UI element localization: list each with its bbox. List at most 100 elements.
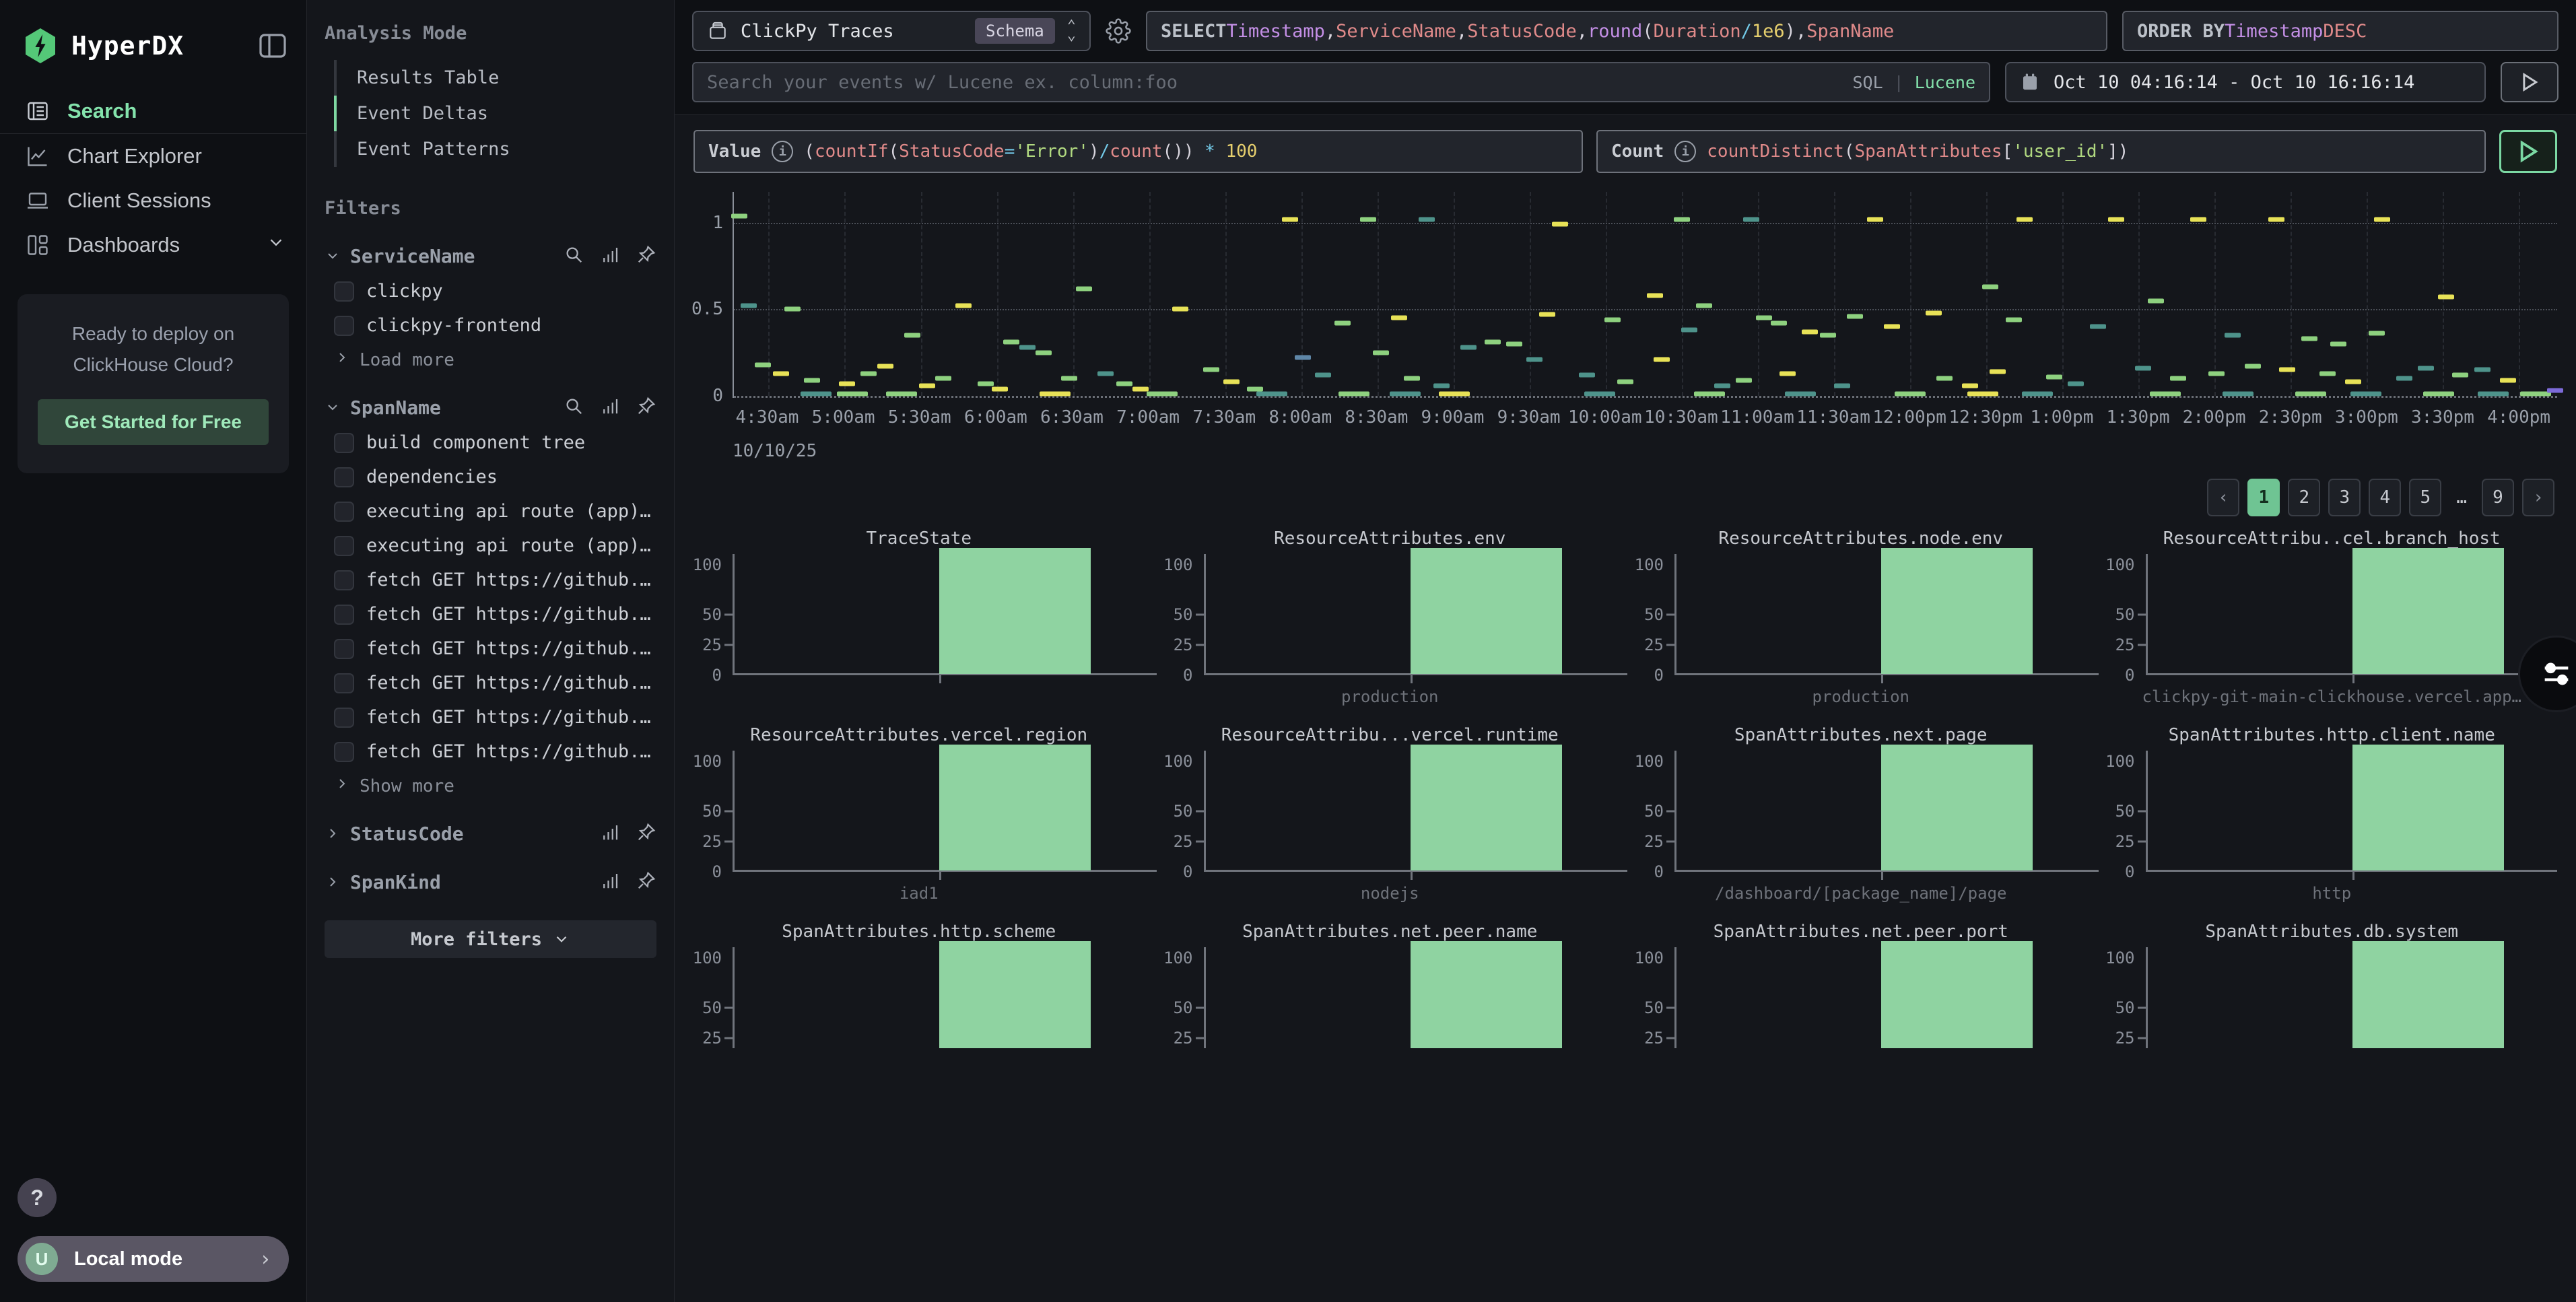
page-button-4[interactable]: 4 bbox=[2369, 479, 2401, 516]
sidebar-item-search[interactable]: Search bbox=[0, 89, 306, 133]
gear-icon[interactable] bbox=[1106, 18, 1131, 44]
checkbox[interactable] bbox=[334, 673, 354, 693]
get-started-button[interactable]: Get Started for Free bbox=[38, 399, 269, 445]
plot-area[interactable] bbox=[2146, 751, 2558, 872]
help-button[interactable]: ? bbox=[18, 1178, 57, 1217]
laptop-icon bbox=[26, 189, 50, 213]
checkbox[interactable] bbox=[334, 281, 354, 302]
local-mode-button[interactable]: U Local mode › bbox=[18, 1236, 289, 1282]
sidebar-item-dashboards[interactable]: Dashboards bbox=[0, 223, 306, 267]
order-by-input[interactable]: ORDER BY Timestamp DESC bbox=[2122, 11, 2558, 51]
page-button-1[interactable]: 1 bbox=[2247, 479, 2280, 516]
analysis-mode-event-patterns[interactable]: Event Patterns bbox=[334, 131, 656, 167]
run-search-button[interactable] bbox=[2501, 62, 2558, 102]
plot-area[interactable] bbox=[1674, 751, 2087, 872]
filter-option[interactable]: fetch GET https://github.… bbox=[334, 707, 656, 728]
search-input[interactable]: Search your events w/ Lucene ex. column:… bbox=[692, 62, 1990, 102]
value-expression-input[interactable]: Value i (countIf(StatusCode='Error')/cou… bbox=[693, 130, 1583, 173]
plot-area[interactable] bbox=[2146, 947, 2558, 1048]
analysis-mode-results-table[interactable]: Results Table bbox=[334, 60, 656, 96]
checkbox[interactable] bbox=[334, 639, 354, 659]
checkbox[interactable] bbox=[334, 570, 354, 590]
filter-option[interactable]: executing api route (app)… bbox=[334, 501, 656, 522]
filter-show-more-link[interactable]: Show more bbox=[334, 776, 656, 796]
source-selector[interactable]: ClickPy Traces Schema ⌃⌄ bbox=[692, 11, 1091, 51]
filter-option[interactable]: fetch GET https://github.… bbox=[334, 604, 656, 625]
page-button-3[interactable]: 3 bbox=[2328, 479, 2361, 516]
bar[interactable] bbox=[939, 548, 1091, 674]
checkbox[interactable] bbox=[334, 433, 354, 453]
filter-option[interactable]: clickpy bbox=[334, 281, 656, 302]
plot-area[interactable] bbox=[2146, 554, 2558, 675]
filter-option[interactable]: clickpy-frontend bbox=[334, 315, 656, 336]
count-expression-input[interactable]: Count i countDistinct(SpanAttributes['us… bbox=[1596, 130, 2486, 173]
more-filters-button[interactable]: More filters bbox=[325, 920, 656, 958]
filter-option[interactable]: fetch GET https://github.… bbox=[334, 741, 656, 762]
filter-option[interactable]: fetch GET https://github.… bbox=[334, 673, 656, 693]
search-icon[interactable] bbox=[564, 244, 584, 267]
checkbox[interactable] bbox=[334, 502, 354, 522]
page-button-2[interactable]: 2 bbox=[2288, 479, 2320, 516]
checkbox[interactable] bbox=[334, 316, 354, 336]
analysis-mode-event-deltas[interactable]: Event Deltas bbox=[334, 96, 656, 131]
bar[interactable] bbox=[2352, 941, 2504, 1048]
pin-icon[interactable] bbox=[636, 244, 656, 267]
filter-load-more-link[interactable]: Load more bbox=[334, 349, 656, 370]
bar-chart-icon[interactable] bbox=[600, 822, 620, 845]
plot-area[interactable] bbox=[1674, 554, 2087, 675]
bar[interactable] bbox=[1411, 745, 1562, 870]
bar[interactable] bbox=[1881, 548, 2033, 674]
time-range-picker[interactable]: Oct 10 04:16:14 - Oct 10 16:16:14 bbox=[2005, 62, 2486, 102]
plot-area[interactable] bbox=[1674, 947, 2087, 1048]
filter-option[interactable]: fetch GET https://github.… bbox=[334, 638, 656, 659]
filter-group-header[interactable]: StatusCode bbox=[325, 822, 656, 845]
bar[interactable] bbox=[1881, 941, 2033, 1048]
sidebar-item-chart-explorer[interactable]: Chart Explorer bbox=[0, 134, 306, 178]
bar[interactable] bbox=[939, 745, 1091, 870]
sidebar-collapse-icon[interactable] bbox=[259, 34, 286, 58]
checkbox[interactable] bbox=[334, 605, 354, 625]
bar[interactable] bbox=[1881, 745, 2033, 870]
lang-lucene-option[interactable]: Lucene bbox=[1915, 73, 1975, 92]
bar-chart-icon[interactable] bbox=[600, 870, 620, 893]
checkbox[interactable] bbox=[334, 467, 354, 487]
prev-page-button[interactable]: ‹ bbox=[2207, 479, 2239, 516]
checkbox[interactable] bbox=[334, 742, 354, 762]
sql-select-input[interactable]: SELECT Timestamp, ServiceName, StatusCod… bbox=[1146, 11, 2107, 51]
page-button-5[interactable]: 5 bbox=[2409, 479, 2441, 516]
plot-area[interactable] bbox=[733, 751, 1145, 872]
plot-area[interactable] bbox=[733, 947, 1145, 1048]
bar[interactable] bbox=[1411, 941, 1562, 1048]
next-page-button[interactable]: › bbox=[2522, 479, 2554, 516]
search-icon[interactable] bbox=[564, 396, 584, 419]
bar[interactable] bbox=[2352, 745, 2504, 870]
plot-area[interactable] bbox=[1204, 947, 1616, 1048]
plot-area[interactable] bbox=[1204, 751, 1616, 872]
bar[interactable] bbox=[1411, 548, 1562, 674]
filter-group-header[interactable]: SpanKind bbox=[325, 870, 656, 893]
y-tick-label: 0 bbox=[1654, 666, 1664, 685]
pin-icon[interactable] bbox=[636, 822, 656, 845]
bar-chart-icon[interactable] bbox=[600, 244, 620, 267]
filter-group-header[interactable]: SpanName bbox=[325, 396, 656, 419]
chart-plot-area[interactable] bbox=[733, 192, 2557, 398]
filter-option[interactable]: dependencies bbox=[334, 467, 656, 487]
bar-chart-icon[interactable] bbox=[600, 396, 620, 419]
filter-option[interactable]: fetch GET https://github.… bbox=[334, 570, 656, 590]
pin-icon[interactable] bbox=[636, 870, 656, 893]
pin-icon[interactable] bbox=[636, 396, 656, 419]
page-button-9[interactable]: 9 bbox=[2482, 479, 2514, 516]
checkbox[interactable] bbox=[334, 708, 354, 728]
bar[interactable] bbox=[939, 941, 1091, 1048]
bar[interactable] bbox=[2352, 548, 2504, 674]
plot-area[interactable] bbox=[733, 554, 1145, 675]
checkbox[interactable] bbox=[334, 536, 354, 556]
lang-sql-option[interactable]: SQL bbox=[1852, 73, 1883, 92]
plot-area[interactable] bbox=[1204, 554, 1616, 675]
filter-group-header[interactable]: ServiceName bbox=[325, 244, 656, 267]
run-chart-button[interactable] bbox=[2499, 130, 2557, 173]
filter-option[interactable]: executing api route (app)… bbox=[334, 535, 656, 556]
y-tick-label: 50 bbox=[1644, 802, 1664, 821]
sidebar-item-client-sessions[interactable]: Client Sessions bbox=[0, 178, 306, 223]
filter-option[interactable]: build component tree bbox=[334, 432, 656, 453]
